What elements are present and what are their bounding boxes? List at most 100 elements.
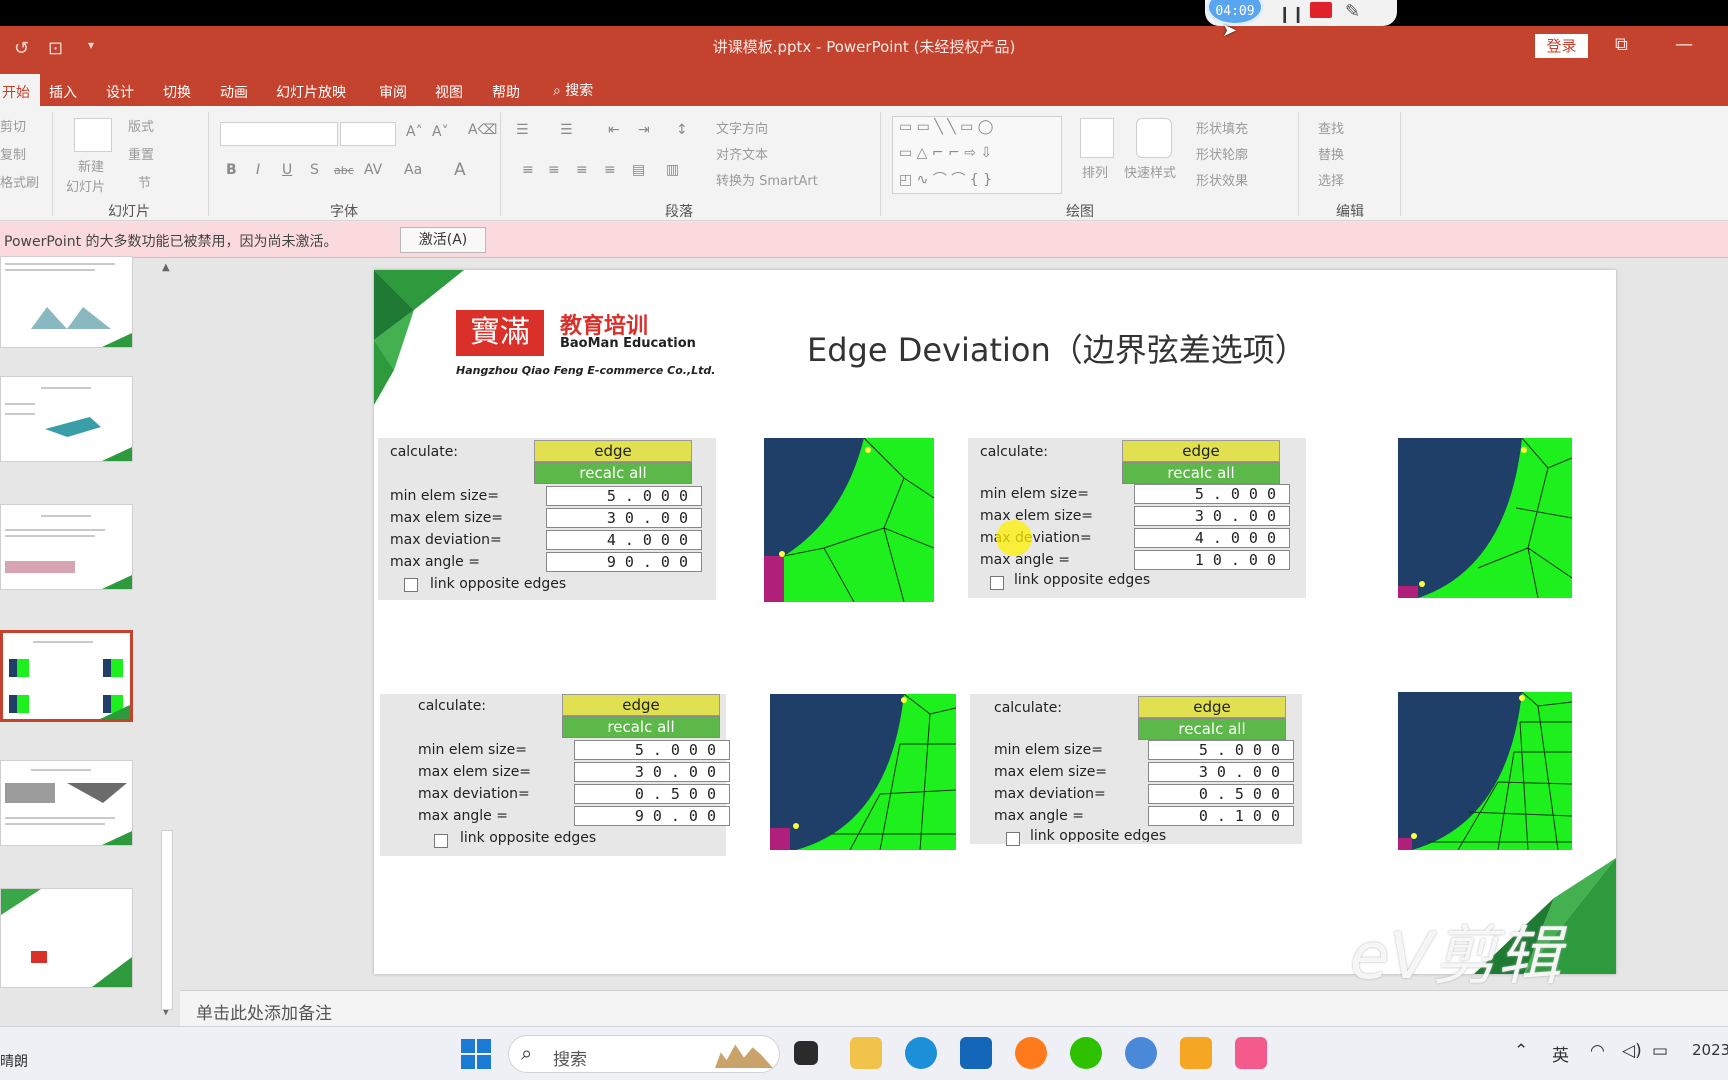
layout-button[interactable]: 版式	[128, 116, 154, 135]
max-elem-size-field[interactable]: 30.00	[574, 762, 730, 782]
wifi-icon[interactable]: ◠	[1590, 1041, 1605, 1061]
justify-icon[interactable]: ≡	[604, 162, 616, 178]
minimize-icon[interactable]: —	[1675, 34, 1693, 55]
max-elem-size-field[interactable]: 30.00	[546, 508, 702, 528]
reset-button[interactable]: 重置	[128, 144, 154, 163]
tab-help[interactable]: 帮助	[486, 78, 526, 106]
battery-icon[interactable]: ▭	[1652, 1041, 1668, 1061]
arrange-icon[interactable]	[1080, 118, 1114, 158]
tab-home[interactable]: 开始	[0, 74, 40, 106]
max-deviation-field[interactable]: 4.000	[546, 530, 702, 550]
smartart-button[interactable]: 转换为 SmartArt	[716, 170, 818, 189]
uc-browser-icon[interactable]	[1180, 1037, 1212, 1069]
link-opposite-edges-checkbox[interactable]	[404, 578, 418, 592]
shapes-gallery[interactable]: ▭ ▭ ╲ ╲ ▭ ◯ ▭ △ ⌐ ⌐ ⇨ ⇩ ◰ ∿ ⌒ ⌒ { }	[892, 116, 1062, 194]
quick-styles-button[interactable]: 快速样式	[1124, 162, 1176, 181]
arrange-button[interactable]: 排列	[1082, 162, 1108, 181]
notes-pane[interactable]: 单击此处添加备注	[180, 990, 1728, 1026]
slide-thumbnail[interactable]	[0, 504, 133, 590]
slide-thumbnail[interactable]	[0, 256, 133, 348]
shape-icon[interactable]: ◰ ∿ ⌒ ⌒ { }	[899, 169, 992, 189]
link-opposite-edges-checkbox[interactable]	[990, 576, 1004, 590]
wechat-icon[interactable]	[1070, 1037, 1102, 1069]
edge-button[interactable]: edge	[1122, 440, 1280, 462]
tab-slideshow[interactable]: 幻灯片放映	[270, 78, 352, 106]
bilibili-icon[interactable]	[1235, 1037, 1267, 1069]
firefox-icon[interactable]	[1015, 1037, 1047, 1069]
recalc-all-button[interactable]: recalc all	[1122, 462, 1280, 484]
change-case-icon[interactable]: Aa	[404, 162, 422, 178]
font-color-icon[interactable]: A	[454, 160, 466, 180]
max-deviation-field[interactable]: 0.500	[1148, 784, 1294, 804]
line-spacing-icon[interactable]: ↕	[676, 122, 688, 138]
quick-styles-icon[interactable]	[1136, 118, 1172, 158]
max-deviation-field[interactable]: 4.000	[1134, 528, 1290, 548]
min-elem-size-field[interactable]: 5.000	[546, 486, 702, 506]
columns-icon[interactable]: ▥	[666, 162, 679, 178]
store-icon[interactable]	[960, 1037, 992, 1069]
shape-outline-button[interactable]: 形状轮廓	[1196, 144, 1248, 163]
slide-thumbnail[interactable]	[0, 376, 133, 462]
min-elem-size-field[interactable]: 5.000	[1134, 484, 1290, 504]
shape-icon[interactable]: ▭ ▭ ╲ ╲ ▭ ◯	[899, 119, 993, 135]
max-angle-field[interactable]: 10.00	[1134, 550, 1290, 570]
format-painter-button[interactable]: 格式刷	[0, 172, 39, 191]
login-button[interactable]: 登录	[1535, 34, 1588, 58]
show-hidden-icons-icon[interactable]: ⌃	[1514, 1041, 1528, 1061]
new-slide-label[interactable]: 新建	[78, 156, 104, 175]
recalc-all-button[interactable]: recalc all	[562, 716, 720, 738]
shadow-icon[interactable]: S	[310, 162, 319, 178]
edge-button[interactable]: edge	[1138, 696, 1286, 718]
volume-icon[interactable]: ◁)	[1622, 1041, 1642, 1061]
section-button[interactable]: 节	[138, 172, 151, 191]
bold-icon[interactable]: B	[226, 162, 237, 178]
grow-font-icon[interactable]: A˄	[406, 124, 423, 140]
clear-format-icon[interactable]: A⌫	[468, 122, 497, 138]
slide-title[interactable]: Edge Deviation（边界弦差选项）	[807, 325, 1307, 371]
align-right-icon[interactable]: ≡	[576, 162, 588, 178]
cloud-app-icon[interactable]	[1125, 1037, 1157, 1069]
slide-thumbnail[interactable]	[0, 760, 133, 846]
pen-icon[interactable]: ✎	[1345, 1, 1360, 22]
edge-browser-icon[interactable]	[905, 1037, 937, 1069]
align-text-button[interactable]: 对齐文本	[716, 144, 768, 163]
max-elem-size-field[interactable]: 30.00	[1148, 762, 1294, 782]
link-opposite-edges-checkbox[interactable]	[1006, 832, 1020, 846]
min-elem-size-field[interactable]: 5.000	[1148, 740, 1294, 760]
slide-canvas[interactable]: 寶滿 教育培训 BaoMan Education Hangzhou Qiao F…	[374, 270, 1616, 974]
tab-view[interactable]: 视图	[429, 78, 469, 106]
bullets-icon[interactable]: ☰	[516, 122, 529, 138]
new-slide-sublabel[interactable]: 幻灯片	[66, 176, 105, 195]
shape-effects-button[interactable]: 形状效果	[1196, 170, 1248, 189]
tab-design[interactable]: 设计	[100, 78, 140, 106]
align-left-icon[interactable]: ≡	[522, 162, 534, 178]
max-elem-size-field[interactable]: 30.00	[1134, 506, 1290, 526]
weather-widget[interactable]: 晴朗	[0, 1051, 28, 1071]
start-button[interactable]	[461, 1039, 491, 1069]
decrease-indent-icon[interactable]: ⇤	[608, 122, 620, 138]
strikethrough-icon[interactable]: abc	[334, 164, 354, 177]
font-name-box[interactable]	[220, 122, 338, 146]
link-opposite-edges-checkbox[interactable]	[434, 834, 448, 848]
recalc-all-button[interactable]: recalc all	[1138, 718, 1286, 740]
slide-thumbnail[interactable]	[0, 888, 133, 988]
distributed-icon[interactable]: ▤	[632, 162, 645, 178]
underline-icon[interactable]: U	[282, 162, 292, 178]
tell-me-search[interactable]: ⌕ 搜索	[553, 80, 593, 100]
task-view-icon[interactable]	[794, 1041, 818, 1065]
max-angle-field[interactable]: 90.00	[574, 806, 730, 826]
slide-thumbnail-current[interactable]	[0, 630, 133, 722]
tab-transitions[interactable]: 切换	[157, 78, 197, 106]
pause-icon[interactable]: ❙❙	[1278, 4, 1305, 23]
stop-icon[interactable]	[1310, 2, 1332, 18]
shape-icon[interactable]: ▭ △ ⌐ ⌐ ⇨ ⇩	[899, 145, 992, 161]
clock[interactable]: 2023-	[1692, 1041, 1728, 1059]
tab-insert[interactable]: 插入	[43, 78, 83, 106]
shape-fill-button[interactable]: 形状填充	[1196, 118, 1248, 137]
new-slide-icon[interactable]	[74, 118, 112, 152]
max-angle-field[interactable]: 0.100	[1148, 806, 1294, 826]
cut-button[interactable]: 剪切	[0, 116, 26, 135]
text-direction-button[interactable]: 文字方向	[716, 118, 768, 137]
min-elem-size-field[interactable]: 5.000	[574, 740, 730, 760]
increase-indent-icon[interactable]: ⇥	[638, 122, 650, 138]
